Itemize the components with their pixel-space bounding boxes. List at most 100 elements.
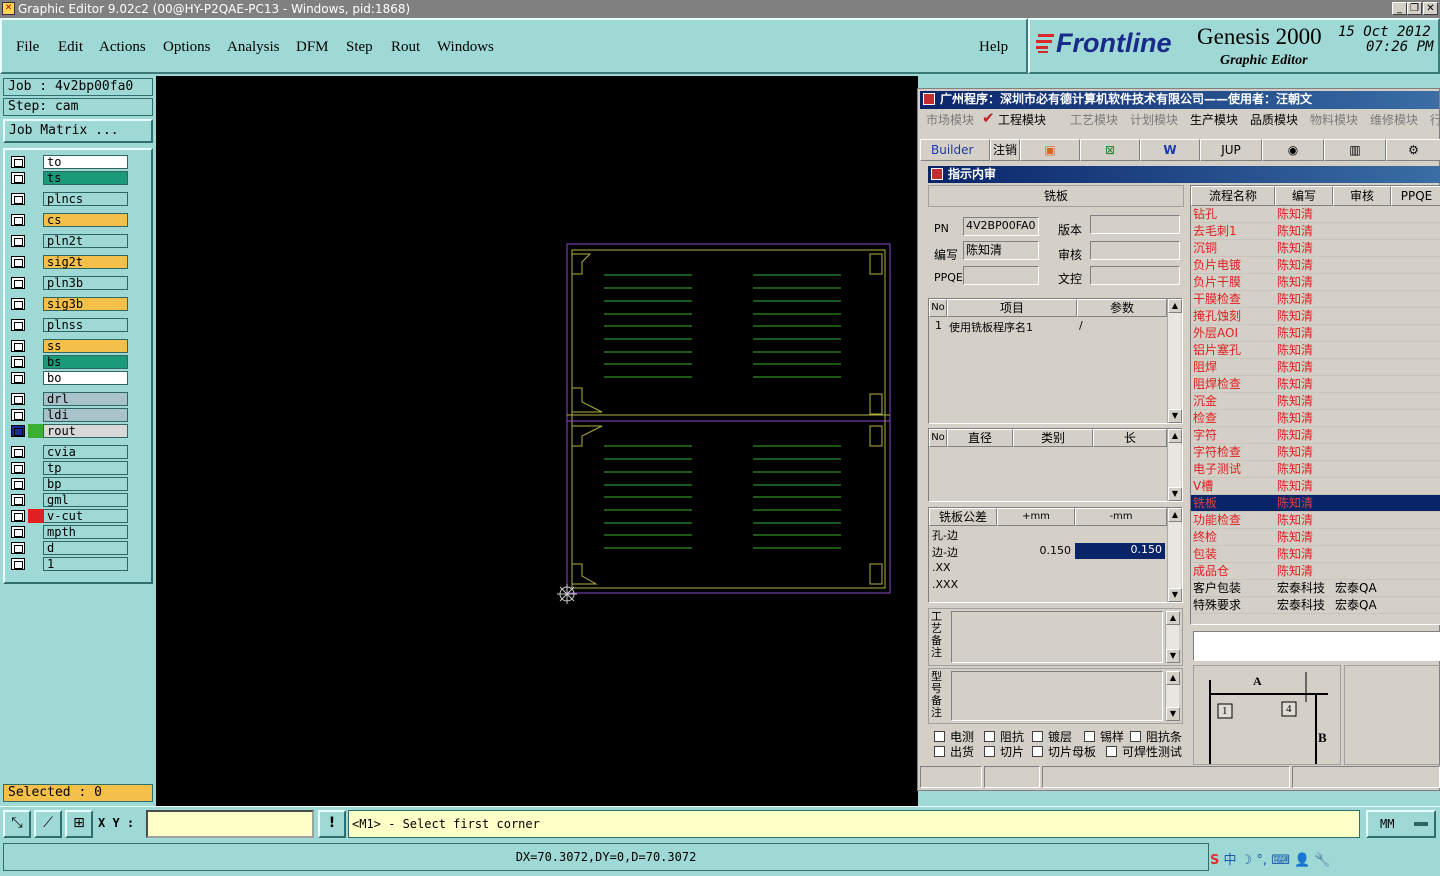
review-field[interactable] — [1090, 241, 1180, 260]
flow-row[interactable]: 干膜检查 陈知清 — [1191, 291, 1440, 308]
layer-name[interactable]: plncs — [43, 192, 128, 206]
menu-file[interactable]: File — [16, 39, 39, 56]
tolerance-minus[interactable] — [1075, 560, 1165, 576]
flow-row[interactable]: 终检 陈知清 — [1191, 529, 1440, 546]
layer-checkbox[interactable] — [11, 494, 25, 506]
xy-input[interactable] — [146, 810, 314, 838]
scrollbar[interactable]: ▲ ▼ — [1167, 299, 1182, 423]
layer-name[interactable]: pln2t — [43, 234, 128, 248]
layer-name[interactable]: gml — [43, 493, 128, 507]
layer-name[interactable]: ldi — [43, 408, 128, 422]
flow-row[interactable]: 负片干膜 陈知清 — [1191, 274, 1440, 291]
tolerance-plus[interactable]: 0.150 — [999, 544, 1072, 557]
layer-row-ss[interactable]: ss — [9, 339, 128, 353]
flow-row[interactable]: 铝片塞孔 陈知清 — [1191, 342, 1440, 359]
snap-grid-icon[interactable]: ⊞ — [65, 810, 93, 838]
checkbox-1-0[interactable]: 出货 — [934, 743, 974, 760]
layer-checkbox[interactable] — [11, 156, 25, 168]
layer-row-cvia[interactable]: cvia — [9, 445, 128, 459]
layer-name[interactable]: sig3b — [43, 297, 128, 311]
info-icon[interactable]: ! — [318, 810, 346, 838]
layer-row-plnss[interactable]: plnss — [9, 318, 128, 332]
scrollbar[interactable]: ▲ ▼ — [1165, 611, 1180, 663]
archive-icon[interactable]: ▥ — [1324, 139, 1386, 161]
checkbox-box[interactable] — [934, 746, 945, 757]
logout-button[interactable]: 注销 — [990, 139, 1020, 161]
flow-row[interactable]: 钻孔 陈知清 — [1191, 206, 1440, 223]
layer-name[interactable]: rout — [43, 424, 128, 438]
flow-row[interactable]: 客户包装 宏泰科技 宏泰QA — [1191, 580, 1440, 597]
scrollbar[interactable]: ▲ ▼ — [1167, 429, 1182, 501]
layer-checkbox[interactable] — [11, 510, 25, 522]
layer-checkbox[interactable] — [11, 277, 25, 289]
checkbox-box[interactable] — [1084, 731, 1095, 742]
menu-edit[interactable]: Edit — [58, 39, 83, 56]
layer-checkbox[interactable] — [11, 356, 25, 368]
menu-help[interactable]: Help — [979, 39, 1008, 56]
checkbox-box[interactable] — [1106, 746, 1117, 757]
flow-row[interactable]: 掩孔蚀刻 陈知清 — [1191, 308, 1440, 325]
version-field[interactable] — [1090, 215, 1180, 234]
author-field[interactable]: 陈知清 — [963, 241, 1039, 260]
module-tab-2[interactable]: 工艺模块 — [1070, 111, 1118, 128]
layer-row-v-cut[interactable]: v-cut — [9, 509, 128, 523]
layer-row-bs[interactable]: bs — [9, 355, 128, 369]
module-tab-5[interactable]: 品质模块 — [1250, 111, 1298, 128]
layer-name[interactable]: cvia — [43, 445, 128, 459]
layer-name[interactable]: plnss — [43, 318, 128, 332]
office-icon[interactable]: ▣ — [1020, 139, 1080, 161]
layer-row-drl[interactable]: drl — [9, 392, 128, 406]
layer-name[interactable]: pln3b — [43, 276, 128, 290]
graphic-canvas[interactable] — [156, 76, 918, 806]
layer-checkbox[interactable] — [11, 172, 25, 184]
flow-row[interactable]: 去毛刺1 陈知清 — [1191, 223, 1440, 240]
checkbox-box[interactable] — [1032, 731, 1043, 742]
checkbox-box[interactable] — [1130, 731, 1141, 742]
menu-step[interactable]: Step — [346, 39, 373, 56]
checkbox-1-1[interactable]: 切片 — [984, 743, 1024, 760]
word-icon[interactable]: W — [1140, 139, 1200, 161]
tolerance-minus[interactable] — [1075, 577, 1165, 593]
layer-row-pln3b[interactable]: pln3b — [9, 276, 128, 290]
layer-name[interactable]: mpth — [43, 525, 128, 539]
flow-row[interactable]: 字符 陈知清 — [1191, 427, 1440, 444]
checkbox-1-3[interactable]: 可焊性测试 — [1106, 743, 1182, 760]
measure-icon[interactable]: ⟋ — [34, 810, 62, 838]
layer-name[interactable]: bo — [43, 371, 128, 385]
layer-name[interactable]: v-cut — [43, 509, 128, 523]
layer-checkbox[interactable] — [11, 478, 25, 490]
layer-affected-swatch[interactable] — [28, 509, 43, 523]
flow-row[interactable]: 沉铜 陈知清 — [1191, 240, 1440, 257]
flow-row[interactable]: 阻焊 陈知清 — [1191, 359, 1440, 376]
process-remark-input[interactable] — [951, 611, 1163, 663]
minimize-button[interactable]: _ — [1392, 2, 1407, 15]
module-tab-6[interactable]: 物料模块 — [1310, 111, 1358, 128]
zoom-window-icon[interactable]: ⤡ — [3, 810, 31, 838]
checkbox-1-2[interactable]: 切片母板 — [1032, 743, 1096, 760]
layer-row-gml[interactable]: gml — [9, 493, 128, 507]
menu-analysis[interactable]: Analysis — [227, 39, 280, 56]
layer-row-to[interactable]: to — [9, 155, 128, 169]
checkbox-box[interactable] — [1032, 746, 1043, 757]
excel-icon[interactable]: ⊠ — [1080, 139, 1140, 161]
jup-button[interactable]: JUP — [1200, 139, 1262, 161]
layer-checkbox[interactable] — [11, 393, 25, 405]
module-tab-1[interactable]: 工程模块 — [998, 111, 1046, 128]
flow-grid[interactable]: 流程名称 编写 审核 PPQE 钻孔 陈知清 去毛刺1 陈知清 沉铜 陈知清 负片电镀 陈知清… — [1190, 185, 1440, 625]
layer-affected-swatch[interactable] — [28, 424, 43, 438]
checkbox-box[interactable] — [934, 731, 945, 742]
flow-row[interactable]: 成品仓 陈知清 — [1191, 563, 1440, 580]
layer-checkbox[interactable] — [11, 256, 25, 268]
layer-checkbox[interactable] — [11, 542, 25, 554]
maximize-button[interactable]: ❐ — [1407, 2, 1422, 15]
flow-note-input[interactable] — [1193, 631, 1440, 661]
layer-row-mpth[interactable]: mpth — [9, 525, 128, 539]
model-remark-box[interactable]: 型号备注 ▲ ▼ — [928, 668, 1183, 724]
layer-row-ts[interactable]: ts — [9, 171, 128, 185]
layer-row-cs[interactable]: cs — [9, 213, 128, 227]
layer-checkbox[interactable] — [11, 409, 25, 421]
job-matrix-button[interactable]: Job Matrix ... — [3, 119, 153, 143]
flow-row[interactable]: 字符检查 陈知清 — [1191, 444, 1440, 461]
menu-dfm[interactable]: DFM — [296, 39, 329, 56]
flow-row[interactable]: 包装 陈知清 — [1191, 546, 1440, 563]
